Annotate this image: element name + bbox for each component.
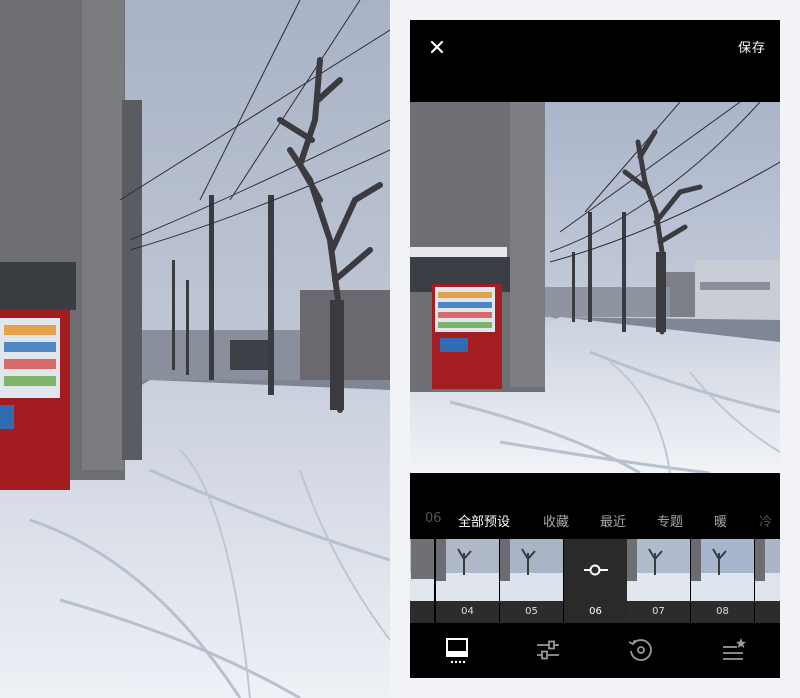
edited-photo	[410, 102, 780, 473]
tab-prev-06[interactable]: 06	[425, 511, 442, 526]
close-button[interactable]	[426, 36, 448, 58]
tab-favorites[interactable]: 收藏	[543, 511, 569, 530]
preset-label: 05	[500, 601, 563, 623]
tab-recent[interactable]: 最近	[600, 511, 626, 530]
preset-label: 06	[564, 601, 627, 623]
preset-thumb-05[interactable]: 05	[500, 539, 563, 623]
preset-label: 03	[410, 601, 434, 623]
screen: 保存 06 全部预设 收藏 最近 专题 暖 冷 04 05 06 07 08	[0, 0, 800, 698]
preset-preview	[500, 539, 563, 601]
preset-preview	[755, 539, 780, 601]
adjust-strength-icon	[584, 564, 608, 576]
sliders-icon	[537, 640, 559, 660]
snow-street-photo	[0, 0, 390, 698]
recipes-icon	[723, 638, 746, 660]
preset-category-tabs: 06 全部预设 收藏 最近 专题 暖 冷	[410, 507, 780, 533]
preset-thumb-08[interactable]: 08	[691, 539, 754, 623]
preset-preview	[436, 539, 499, 601]
close-icon	[430, 40, 444, 54]
preset-label: 04	[436, 601, 499, 623]
tab-topics[interactable]: 专题	[657, 511, 683, 530]
history-tool-button[interactable]	[626, 635, 656, 665]
editor-screen: 保存 06 全部预设 收藏 最近 专题 暖 冷 04 05 06 07 08	[410, 20, 780, 678]
photo-preview[interactable]	[410, 102, 780, 473]
presets-icon	[446, 638, 468, 664]
preset-label: 09	[755, 601, 780, 623]
bottom-toolbar	[410, 623, 780, 678]
history-icon	[628, 639, 652, 661]
preset-preview	[410, 539, 434, 601]
recipes-tool-button[interactable]	[719, 635, 749, 665]
presets-tool-button[interactable]	[442, 635, 472, 665]
preset-thumb-07[interactable]: 07	[627, 539, 690, 623]
preset-thumb-03[interactable]: 03	[410, 539, 434, 623]
preset-thumb-06-selected[interactable]: 06	[564, 539, 627, 623]
tab-warm[interactable]: 暖	[714, 511, 727, 530]
preset-strip[interactable]: 03 04 05 06	[410, 539, 780, 623]
preset-label: 07	[627, 601, 690, 623]
top-bar: 保存	[410, 20, 780, 102]
tab-all-presets[interactable]: 全部预设	[458, 511, 510, 530]
preset-thumb-04[interactable]: 04	[436, 539, 499, 623]
preset-label: 08	[691, 601, 754, 623]
preset-preview	[691, 539, 754, 601]
adjust-tool-button[interactable]	[533, 635, 563, 665]
save-button[interactable]: 保存	[738, 37, 766, 56]
original-photo	[0, 0, 390, 698]
tab-cool[interactable]: 冷	[759, 511, 772, 530]
preset-preview	[627, 539, 690, 601]
preset-thumb-09[interactable]: 09	[755, 539, 780, 623]
